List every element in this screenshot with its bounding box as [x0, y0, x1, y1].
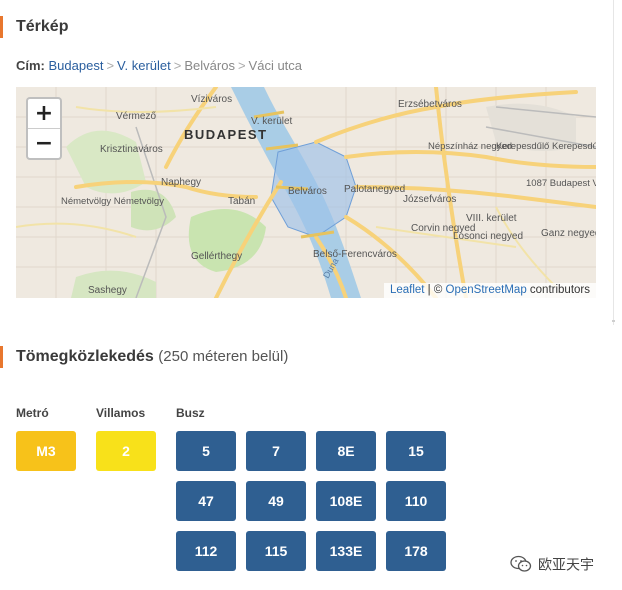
breadcrumb-street: Váci utca — [248, 58, 303, 73]
breadcrumb-quarter: Belváros — [184, 58, 235, 73]
map-label: Gellérthegy — [191, 251, 242, 262]
map-section-title: Térkép — [0, 16, 68, 38]
map-labels: Víziváros Vérmező BUDAPEST V. kerület Er… — [61, 94, 596, 296]
bus-line-button[interactable]: 15 — [386, 431, 446, 471]
map-label: Krisztinaváros — [100, 144, 163, 155]
bus-line-button[interactable]: 49 — [246, 481, 306, 521]
bus-line-button[interactable]: 178 — [386, 531, 446, 571]
breadcrumb-district[interactable]: V. kerület — [117, 58, 171, 73]
map-attribution: Leaflet | © OpenStreetMap contributors — [383, 283, 596, 298]
attribution-suffix: contributors — [526, 284, 590, 296]
right-divider — [613, 0, 614, 325]
zoom-out-button[interactable]: − — [28, 129, 60, 158]
zoom-in-button[interactable]: + — [28, 99, 60, 129]
map-label: V. kerület — [251, 116, 293, 127]
metro-label: Metró — [16, 406, 49, 420]
bus-line-button[interactable]: 108E — [316, 481, 376, 521]
attribution-separator: | © — [424, 284, 446, 296]
map-label: Sashegy — [88, 285, 127, 296]
breadcrumb-separator: > — [173, 58, 182, 73]
breadcrumb-separator: > — [237, 58, 246, 73]
map-label: Belső-Ferencváros — [313, 249, 397, 260]
map-label: Németvölgy Németvölgy — [61, 196, 164, 207]
divider-end — [612, 320, 615, 322]
leaflet-link[interactable]: Leaflet — [390, 284, 425, 296]
map-label: Losonci negyed — [453, 231, 523, 242]
transit-subtitle: (250 méteren belül) — [158, 348, 289, 365]
transit-section-title: Tömegközlekedés (250 méteren belül) — [0, 346, 288, 368]
bus-line-button[interactable]: 47 — [176, 481, 236, 521]
address-label: Cím: — [16, 58, 45, 73]
map-label: Belváros — [288, 186, 327, 197]
tram-line-button[interactable]: 2 — [96, 431, 156, 471]
map-label: Józsefváros — [403, 194, 456, 205]
bus-line-button[interactable]: 133E — [316, 531, 376, 571]
map-label-city: BUDAPEST — [184, 127, 268, 142]
osm-link[interactable]: OpenStreetMap — [446, 284, 527, 296]
bus-line-button[interactable]: 112 — [176, 531, 236, 571]
map-label: Naphegy — [161, 177, 201, 188]
tram-label: Villamos — [96, 406, 146, 420]
page: Térkép Cím: Budapest > V. kerület > Belváros… — [0, 0, 622, 590]
map-view[interactable]: Víziváros Vérmező BUDAPEST V. kerület Er… — [16, 87, 596, 298]
map-label: Ganz negyed — [541, 228, 596, 239]
watermark-text: 欧亚天宇 — [538, 556, 594, 573]
map-label: Palotanegyed — [344, 184, 405, 195]
map-label: Víziváros — [191, 94, 232, 105]
map-label: Erzsébetváros — [398, 99, 462, 110]
zoom-control: + − — [26, 97, 62, 160]
watermark: 欧亚天宇 — [510, 553, 594, 573]
address-breadcrumb: Cím: Budapest > V. kerület > Belváros > Váci u… — [16, 58, 302, 73]
bus-line-button[interactable]: 8E — [316, 431, 376, 471]
bus-line-button[interactable]: 110 — [386, 481, 446, 521]
map-label: Tabán — [228, 196, 255, 207]
transit-title-text: Tömegközlekedés — [16, 348, 154, 365]
breadcrumb-separator: > — [106, 58, 115, 73]
map-label: Vérmező — [116, 111, 156, 122]
wechat-icon — [510, 556, 532, 572]
breadcrumb-budapest[interactable]: Budapest — [49, 58, 104, 73]
bus-line-button[interactable]: 5 — [176, 431, 236, 471]
metro-line-button[interactable]: M3 — [16, 431, 76, 471]
bus-label: Busz — [176, 406, 205, 420]
bus-line-button[interactable]: 7 — [246, 431, 306, 471]
map-title-text: Térkép — [16, 18, 69, 35]
bus-line-button[interactable]: 115 — [246, 531, 306, 571]
map-label: Kerepesdűlő Kerepesdűlő — [496, 141, 596, 152]
map-label: 1087 Budapest VIII. kerület — [526, 178, 596, 189]
